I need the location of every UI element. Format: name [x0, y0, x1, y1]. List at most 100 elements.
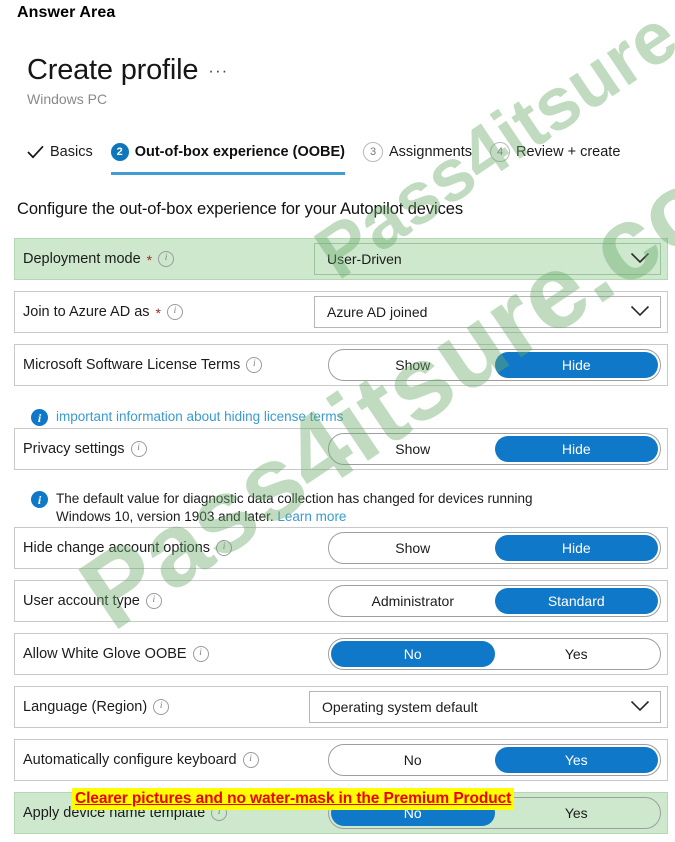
tab-review-create[interactable]: 4 Review + create [481, 142, 629, 162]
toggle-option-label: Standard [547, 593, 605, 609]
toggle-option-microsoft-software-license-terms-0[interactable]: Show [331, 352, 495, 378]
promo-banner: Clearer pictures and no water-mask in th… [72, 788, 515, 810]
row-label-microsoft-software-license-terms: Microsoft Software License Terms i [15, 357, 263, 373]
info-icon[interactable]: i [246, 357, 263, 373]
tab-label: Basics [50, 144, 93, 160]
toggle-automatically-configure-keyboard: No Yes [328, 744, 661, 776]
row-label-text: Language (Region) [23, 699, 148, 715]
row-label-text: Deployment mode [23, 251, 141, 267]
row-label-text: Join to Azure AD as [23, 304, 150, 320]
answer-area-title: Answer Area [17, 4, 116, 21]
blade-subtitle: Windows PC [27, 91, 108, 108]
active-tab-underline [110, 172, 345, 175]
info-icon[interactable]: i [145, 593, 162, 609]
toggle-option-automatically-configure-keyboard-1[interactable]: Yes [494, 747, 658, 773]
form-row-privacy-settings: Privacy settings i Show Hide [14, 428, 668, 470]
toggle-option-hide-change-account-options-0[interactable]: Show [331, 535, 495, 561]
form-row-language-region: Language (Region) i Operating system defau… [14, 686, 668, 728]
info-icon[interactable]: i [158, 251, 175, 267]
form-row-allow-white-glove-oobe: Allow White Glove OOBE i No Yes [14, 633, 668, 675]
toggle-microsoft-software-license-terms: Show Hide [328, 349, 661, 381]
form-row-deployment-mode: Deployment mode * i User-Driven [14, 238, 668, 280]
toggle-option-label: Hide [561, 357, 591, 373]
wizard-tabs: Basics 2 Out-of-box experience (OOBE) 3 … [26, 142, 629, 175]
row-label-text: Privacy settings [23, 441, 125, 457]
page-title: Create profile [27, 54, 199, 86]
toggle-option-label: Hide [561, 540, 591, 556]
privacy-notice-line-2: Windows 10, version 1903 and later. [56, 509, 274, 524]
info-icon: i [31, 491, 48, 508]
info-icon[interactable]: i [242, 752, 259, 768]
step-number-badge: 2 [110, 143, 129, 161]
chevron-down-icon [630, 251, 650, 267]
toggle-option-microsoft-software-license-terms-1[interactable]: Hide [494, 352, 658, 378]
row-label-automatically-configure-keyboard: Automatically configure keyboard i [15, 752, 259, 768]
toggle-option-apply-device-name-template-1[interactable]: Yes [495, 800, 659, 826]
privacy-notice-text: The default value for diagnostic data co… [56, 490, 533, 526]
info-icon[interactable]: i [130, 441, 147, 457]
row-label-text: Microsoft Software License Terms [23, 357, 241, 373]
info-icon[interactable]: i [216, 540, 233, 556]
toggle-option-label: No [403, 752, 422, 768]
blade-header: Create profile ··· Windows PC [27, 54, 667, 108]
step-number-badge: 4 [490, 142, 511, 162]
toggle-option-label: Show [395, 441, 431, 457]
dropdown-language-region[interactable]: Operating system default [309, 691, 661, 723]
row-label-text: Automatically configure keyboard [23, 752, 237, 768]
chevron-down-icon [630, 304, 650, 320]
toggle-option-user-account-type-0[interactable]: Administrator [331, 588, 495, 614]
chevron-down-icon [630, 699, 650, 715]
tab-assignments[interactable]: 3 Assignments [354, 142, 481, 162]
toggle-option-label: Administrator [371, 593, 454, 609]
oobe-settings-form: Deployment mode * i User-Driven Join to Azur… [14, 238, 668, 842]
toggle-option-allow-white-glove-oobe-0[interactable]: No [331, 641, 495, 667]
row-label-text: User account type [23, 593, 140, 609]
toggle-option-privacy-settings-0[interactable]: Show [331, 436, 495, 462]
toggle-user-account-type: Administrator Standard [328, 585, 661, 617]
row-label-deployment-mode: Deployment mode * i [15, 251, 175, 268]
toggle-option-allow-white-glove-oobe-1[interactable]: Yes [495, 641, 659, 667]
toggle-option-label: No [403, 646, 422, 662]
form-row-automatically-configure-keyboard: Automatically configure keyboard i No Yes [14, 739, 668, 781]
row-label-privacy-settings: Privacy settings i [15, 441, 147, 457]
toggle-option-label: Hide [561, 441, 591, 457]
section-heading: Configure the out-of-box experience for … [17, 200, 463, 218]
toggle-option-label: Show [395, 357, 431, 373]
required-asterisk: * [146, 252, 153, 268]
toggle-option-automatically-configure-keyboard-0[interactable]: No [331, 747, 495, 773]
toggle-option-label: Yes [564, 805, 588, 821]
dropdown-value: Operating system default [322, 699, 478, 715]
toggle-option-label: Yes [564, 646, 588, 662]
info-icon: i [31, 409, 48, 426]
more-actions-icon[interactable]: ··· [208, 62, 228, 85]
license-terms-notice-link[interactable]: important information about hiding licen… [56, 408, 343, 426]
required-asterisk: * [155, 305, 161, 321]
privacy-diagnostic-notice: i The default value for diagnostic data … [31, 490, 651, 526]
toggle-allow-white-glove-oobe: No Yes [328, 638, 661, 670]
row-label-user-account-type: User account type i [15, 593, 162, 609]
info-icon[interactable]: i [153, 699, 170, 715]
info-icon[interactable]: i [192, 646, 209, 662]
privacy-notice-line-1: The default value for diagnostic data co… [56, 491, 533, 506]
form-row-hide-change-account-options: Hide change account options i Show Hide [14, 527, 668, 569]
dropdown-join-to-azure-ad-as[interactable]: Azure AD joined [314, 296, 661, 328]
dropdown-value: User-Driven [327, 251, 402, 267]
row-label-text: Allow White Glove OOBE [23, 646, 187, 662]
tab-basics[interactable]: Basics [26, 143, 102, 161]
tab-label: Review + create [516, 144, 621, 160]
check-icon [26, 143, 44, 161]
learn-more-link[interactable]: Learn more [277, 509, 346, 524]
toggle-option-user-account-type-1[interactable]: Standard [494, 588, 658, 614]
dropdown-deployment-mode[interactable]: User-Driven [314, 243, 661, 275]
tab-out-of-box-experience[interactable]: 2 Out-of-box experience (OOBE) [102, 143, 354, 175]
form-row-microsoft-software-license-terms: Microsoft Software License Terms i Show Hid… [14, 344, 668, 386]
license-terms-notice: i important information about hiding lic… [31, 408, 343, 426]
info-icon[interactable]: i [167, 304, 183, 320]
toggle-option-label: Yes [564, 752, 588, 768]
row-label-allow-white-glove-oobe: Allow White Glove OOBE i [15, 646, 209, 662]
blade-title-row: Create profile ··· [27, 54, 667, 86]
toggle-option-privacy-settings-1[interactable]: Hide [494, 436, 658, 462]
toggle-hide-change-account-options: Show Hide [328, 532, 661, 564]
toggle-option-hide-change-account-options-1[interactable]: Hide [494, 535, 658, 561]
form-row-join-to-azure-ad-as: Join to Azure AD as * i Azure AD joined [14, 291, 668, 333]
